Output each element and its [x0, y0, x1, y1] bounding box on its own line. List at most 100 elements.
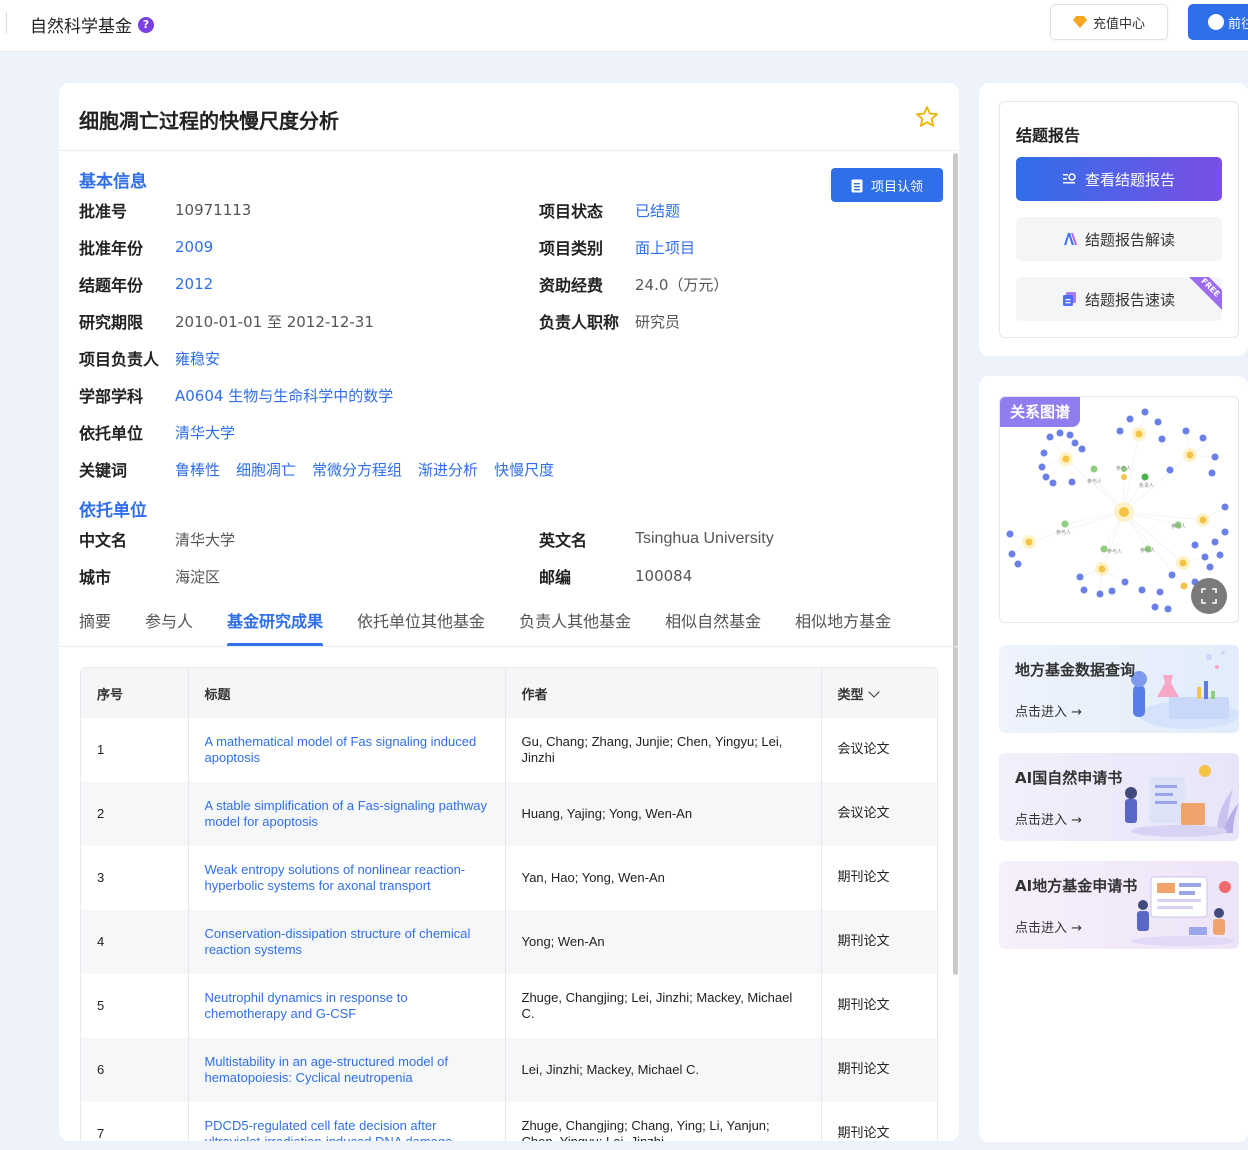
tab-org-other-funds[interactable]: 依托单位其他基金 — [357, 603, 485, 647]
result-type: 会议论文 — [837, 742, 890, 757]
table-row: 1 A mathematical model of Fas signaling … — [81, 718, 937, 782]
keyword-link[interactable]: 细胞凋亡 — [236, 459, 296, 480]
value: 海淀区 — [175, 567, 221, 586]
keyword-link[interactable]: 常微分方程组 — [312, 459, 402, 480]
clipboard-icon — [851, 179, 863, 192]
result-title-link[interactable]: Weak entropy solutions of nonlinear reac… — [188, 846, 506, 910]
keyword-link[interactable]: 鲁棒性 — [175, 459, 220, 480]
document-icon — [1062, 292, 1076, 306]
front-button[interactable]: 前往 — [1188, 4, 1248, 40]
claim-project-button[interactable]: 项目认领 — [831, 168, 943, 202]
label: 项目负责人 — [79, 350, 160, 369]
label: 邮编 — [539, 568, 572, 587]
tab-abstract[interactable]: 摘要 — [79, 603, 111, 647]
label: 英文名 — [539, 531, 588, 550]
result-type: 期刊论文 — [837, 870, 890, 885]
row-number: 1 — [81, 718, 189, 782]
row-number: 2 — [81, 782, 189, 846]
year-link[interactable]: 2009 — [175, 238, 213, 256]
diamond-icon — [1072, 16, 1087, 28]
fullscreen-icon[interactable] — [1191, 578, 1227, 614]
field-zip: 邮编 100084 — [539, 565, 692, 587]
interpret-report-button[interactable]: 结题报告解读 — [1016, 217, 1222, 261]
tab-pi-other-funds[interactable]: 负责人其他基金 — [519, 603, 631, 647]
recharge-label: 充值中心 — [1092, 16, 1145, 32]
tab-bar: 摘要 参与人 基金研究成果 依托单位其他基金 负责人其他基金 相似自然基金 相似… — [79, 603, 925, 647]
field-en-name: 英文名 Tsinghua University — [539, 528, 774, 550]
result-type: 期刊论文 — [821, 910, 937, 974]
value: 清华大学 — [175, 530, 236, 549]
field-cn-name: 中文名 清华大学 — [79, 528, 236, 551]
pi-link[interactable]: 雍稳安 — [175, 348, 220, 369]
field-approval-no: 批准号 10971113 — [79, 199, 251, 221]
value: 2010-01-01 至 2012-12-31 — [175, 312, 374, 331]
promo-title: 地方基金数据查询 — [1015, 661, 1136, 679]
result-title-link[interactable]: Multistability in an age-structured mode… — [188, 1038, 506, 1102]
promo-ai-nsfc-application[interactable]: AI国自然申请书 点击进入 → — [999, 753, 1239, 841]
result-title-link[interactable]: Conservation-dissipation structure of ch… — [188, 910, 506, 974]
tab-research-results[interactable]: 基金研究成果 — [227, 603, 324, 647]
help-icon[interactable]: ? — [138, 16, 154, 33]
table-row: 5 Neutrophil dynamics in response to che… — [81, 974, 937, 1038]
field-category: 项目类别 面上项目 — [539, 236, 695, 259]
divider — [6, 12, 7, 34]
tab-similar-local[interactable]: 相似地方基金 — [795, 603, 891, 647]
view-report-label: 查看结题报告 — [1084, 170, 1175, 189]
row-number: 6 — [81, 1038, 189, 1102]
column-header-label: 类型 — [837, 687, 864, 703]
result-title-link[interactable]: Neutrophil dynamics in response to chemo… — [188, 974, 506, 1038]
front-label: 前往 — [1228, 16, 1248, 32]
view-report-button[interactable]: 查看结题报告 — [1016, 157, 1222, 201]
star-icon[interactable] — [915, 105, 939, 129]
title-row: 细胞凋亡过程的快慢尺度分析 — [59, 83, 959, 151]
org-heading: 依托单位 — [79, 501, 147, 521]
scrollbar[interactable] — [953, 153, 958, 975]
field-end-year: 结题年份 2012 — [79, 273, 213, 295]
result-authors: Huang, Yajing; Yong, Wen-An — [505, 782, 822, 846]
field-funding: 资助经费 24.0（万元） — [539, 273, 728, 296]
value: 100084 — [635, 567, 693, 585]
claim-label: 项目认领 — [870, 179, 923, 195]
end-year-link[interactable]: 2012 — [175, 275, 213, 293]
quick-report-button[interactable]: 结题报告速读 FREE — [1016, 277, 1222, 321]
result-title-link[interactable]: PDCD5-regulated cell fate decision after… — [188, 1102, 506, 1141]
quick-report-label: 结题报告速读 — [1084, 290, 1175, 309]
value: Tsinghua University — [635, 530, 774, 547]
label: 依托单位 — [79, 424, 144, 443]
value: 研究员 — [635, 312, 681, 331]
result-title-link[interactable]: A mathematical model of Fas signaling in… — [188, 718, 506, 782]
label: 结题年份 — [79, 276, 144, 295]
field-year: 批准年份 2009 — [79, 236, 213, 258]
label: 负责人职称 — [539, 313, 620, 332]
label: 批准号 — [79, 202, 128, 221]
field-city: 城市 海淀区 — [79, 565, 221, 588]
promo-enter-link[interactable]: 点击进入 → — [1015, 701, 1082, 720]
result-title-link[interactable]: A stable simplification of a Fas-signali… — [188, 782, 506, 846]
report-search-icon — [1062, 173, 1076, 184]
promo-ai-local-application[interactable]: AI地方基金申请书 点击进入 → — [999, 861, 1239, 949]
status-link[interactable]: 已结题 — [635, 200, 680, 221]
type-filter-header[interactable]: 类型 — [821, 668, 937, 718]
label: 学部学科 — [79, 387, 144, 406]
relation-graph[interactable]: 关系图谱 参与人 参与人 负责人 参与人 参与人 参与人 参与人 — [999, 396, 1239, 623]
label: 批准年份 — [79, 239, 144, 258]
project-card: 细胞凋亡过程的快慢尺度分析 基本信息 项目认领 批准号 10971113 项目状… — [59, 83, 959, 1141]
result-authors: Zhuge, Changjing; Chang, Ying; Li, Yanju… — [505, 1102, 822, 1141]
field-pi: 项目负责人 雍稳安 — [79, 347, 220, 370]
recharge-button[interactable]: 充值中心 — [1050, 4, 1168, 40]
category-link[interactable]: 面上项目 — [635, 237, 695, 258]
tab-participants[interactable]: 参与人 — [145, 603, 193, 647]
column-header: 标题 — [188, 668, 506, 718]
column-header: 作者 — [505, 668, 822, 718]
institution-link[interactable]: 清华大学 — [175, 422, 235, 443]
promo-enter-link[interactable]: 点击进入 → — [1015, 809, 1082, 828]
promo-local-fund-query[interactable]: 地方基金数据查询 点击进入 → — [999, 645, 1239, 733]
keyword-link[interactable]: 渐进分析 — [418, 459, 478, 480]
keyword-link[interactable]: 快慢尺度 — [494, 459, 554, 480]
graph-node-label: 参与人 — [1056, 529, 1071, 536]
tab-similar-nsfc[interactable]: 相似自然基金 — [665, 603, 761, 647]
discipline-link[interactable]: A0604 生物与生命科学中的数学 — [175, 385, 393, 406]
free-badge: FREE — [1186, 277, 1222, 312]
value: 10971113 — [175, 201, 252, 219]
promo-enter-link[interactable]: 点击进入 → — [1015, 917, 1082, 936]
